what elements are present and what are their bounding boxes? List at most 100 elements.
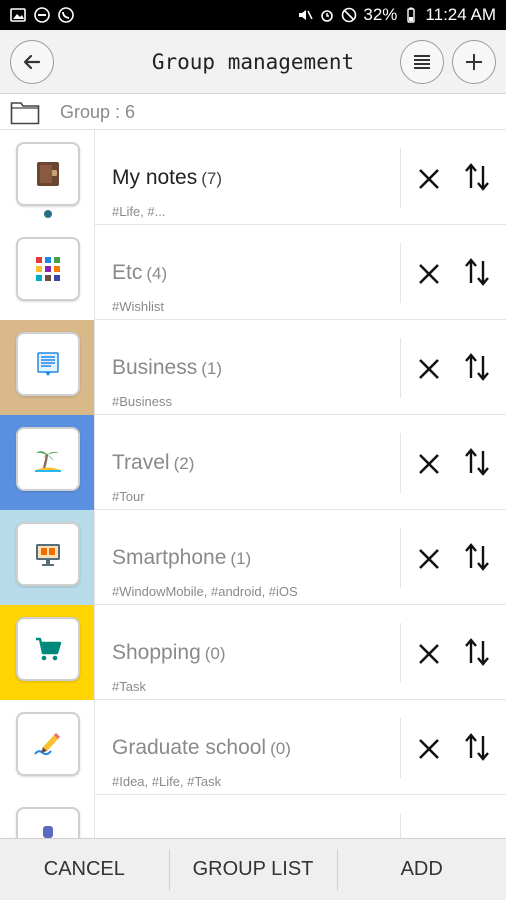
- partial-group-icon: [43, 826, 53, 838]
- group-count-label: Group : 6: [60, 102, 136, 122]
- cart-icon: [36, 637, 62, 661]
- group-name: Shopping (0): [112, 641, 226, 664]
- swap-vertical-icon: [465, 733, 489, 761]
- group-row-travel[interactable]: Travel (2) #Tour: [0, 415, 506, 510]
- divider: [400, 528, 401, 588]
- close-icon: [419, 454, 439, 474]
- group-color-swatch: [0, 700, 95, 795]
- blocked-icon: [342, 7, 357, 23]
- bottom-action-bar: CANCEL GROUP LIST ADD: [0, 838, 506, 900]
- apps-grid-icon: [36, 257, 60, 281]
- arrow-left-icon: [23, 54, 41, 70]
- delete-group-button[interactable]: [414, 259, 444, 289]
- group-color-swatch: [0, 320, 95, 415]
- divider: [400, 433, 401, 493]
- reorder-group-button[interactable]: [462, 257, 492, 287]
- reorder-group-button[interactable]: [462, 732, 492, 762]
- group-list: My notes (7) #Life, #... Etc (4) #Wishlist: [0, 130, 506, 838]
- divider: [400, 623, 401, 683]
- group-list-button[interactable]: GROUP LIST: [168, 839, 338, 900]
- group-name: Travel (2): [112, 451, 195, 474]
- group-color-swatch: [0, 225, 95, 320]
- status-bar: 32% 11:24 AM: [0, 0, 506, 30]
- reorder-group-button[interactable]: [462, 542, 492, 572]
- swap-vertical-icon: [465, 638, 489, 666]
- status-left-icons: [10, 7, 74, 23]
- close-icon: [419, 739, 439, 759]
- delete-group-button[interactable]: [414, 354, 444, 384]
- close-icon: [419, 359, 439, 379]
- divider: [400, 148, 401, 208]
- group-tags: #Business: [112, 394, 172, 409]
- reorder-group-button[interactable]: [462, 447, 492, 477]
- group-row-etc[interactable]: Etc (4) #Wishlist: [0, 225, 506, 320]
- app-bar: Group management: [0, 30, 506, 94]
- monitor-icon: [36, 544, 60, 566]
- list-icon: [414, 55, 430, 69]
- group-icon-card[interactable]: [16, 427, 80, 491]
- group-row-partial[interactable]: [0, 795, 506, 838]
- cancel-button[interactable]: CANCEL: [0, 839, 169, 900]
- group-row-smartphone[interactable]: Smartphone (1) #WindowMobile, #android, #…: [0, 510, 506, 605]
- pencil-writing-icon: [34, 732, 61, 756]
- group-icon-card[interactable]: [16, 617, 80, 681]
- plus-icon: [466, 54, 482, 70]
- group-icon-card[interactable]: [16, 237, 80, 301]
- clock: 11:24 AM: [425, 5, 496, 24]
- add-button[interactable]: ADD: [337, 839, 506, 900]
- document-icon: [37, 352, 59, 376]
- alarm-icon: [321, 10, 334, 22]
- group-icon-card[interactable]: [16, 807, 80, 838]
- divider: [400, 243, 401, 303]
- swap-vertical-icon: [465, 258, 489, 286]
- do-not-disturb-icon: [34, 7, 50, 23]
- close-icon: [419, 549, 439, 569]
- battery-icon: [407, 7, 416, 23]
- group-row-graduate-school[interactable]: Graduate school (0) #Idea, #Life, #Task: [0, 700, 506, 795]
- delete-group-button[interactable]: [414, 639, 444, 669]
- group-tags: #Wishlist: [112, 299, 165, 314]
- divider: [400, 338, 401, 398]
- divider: [400, 813, 401, 838]
- add-group-button[interactable]: [452, 40, 496, 84]
- phone-call-icon: [58, 7, 74, 23]
- swap-vertical-icon: [465, 353, 489, 381]
- swap-vertical-icon: [465, 163, 489, 191]
- group-color-swatch: [0, 510, 95, 605]
- swap-vertical-icon: [465, 543, 489, 571]
- selected-indicator: [44, 210, 52, 218]
- group-icon-card[interactable]: [16, 332, 80, 396]
- delete-group-button[interactable]: [414, 164, 444, 194]
- delete-group-button[interactable]: [414, 734, 444, 764]
- group-row-my-notes[interactable]: My notes (7) #Life, #...: [0, 130, 506, 225]
- group-name: My notes (7): [112, 166, 222, 189]
- group-tags: #Tour: [112, 489, 145, 504]
- group-color-swatch: [0, 415, 95, 510]
- palm-tree-icon: [35, 451, 61, 472]
- group-name: Etc (4): [112, 261, 168, 284]
- group-row-business[interactable]: Business (1) #Business: [0, 320, 506, 415]
- reorder-group-button[interactable]: [462, 162, 492, 192]
- divider: [400, 718, 401, 778]
- list-view-button[interactable]: [400, 40, 444, 84]
- group-icon-card[interactable]: [16, 712, 80, 776]
- close-icon: [419, 644, 439, 664]
- group-count-row: Group : 6: [0, 94, 506, 130]
- group-row-shopping[interactable]: Shopping (0) #Task: [0, 605, 506, 700]
- mute-icon: [299, 10, 314, 20]
- reorder-group-button[interactable]: [462, 352, 492, 382]
- image-notification-icon: [10, 8, 26, 22]
- delete-group-button[interactable]: [414, 544, 444, 574]
- group-name: Smartphone (1): [112, 546, 252, 569]
- swap-vertical-icon: [465, 448, 489, 476]
- notebook-icon: [37, 162, 59, 186]
- delete-group-button[interactable]: [414, 449, 444, 479]
- group-icon-card[interactable]: [16, 522, 80, 586]
- back-button[interactable]: [10, 40, 54, 84]
- group-tags: #Life, #...: [112, 204, 166, 219]
- group-icon-card[interactable]: [16, 142, 80, 206]
- group-color-swatch: [0, 795, 95, 838]
- reorder-group-button[interactable]: [462, 637, 492, 667]
- group-color-swatch: [0, 605, 95, 700]
- group-tags: #Task: [112, 679, 146, 694]
